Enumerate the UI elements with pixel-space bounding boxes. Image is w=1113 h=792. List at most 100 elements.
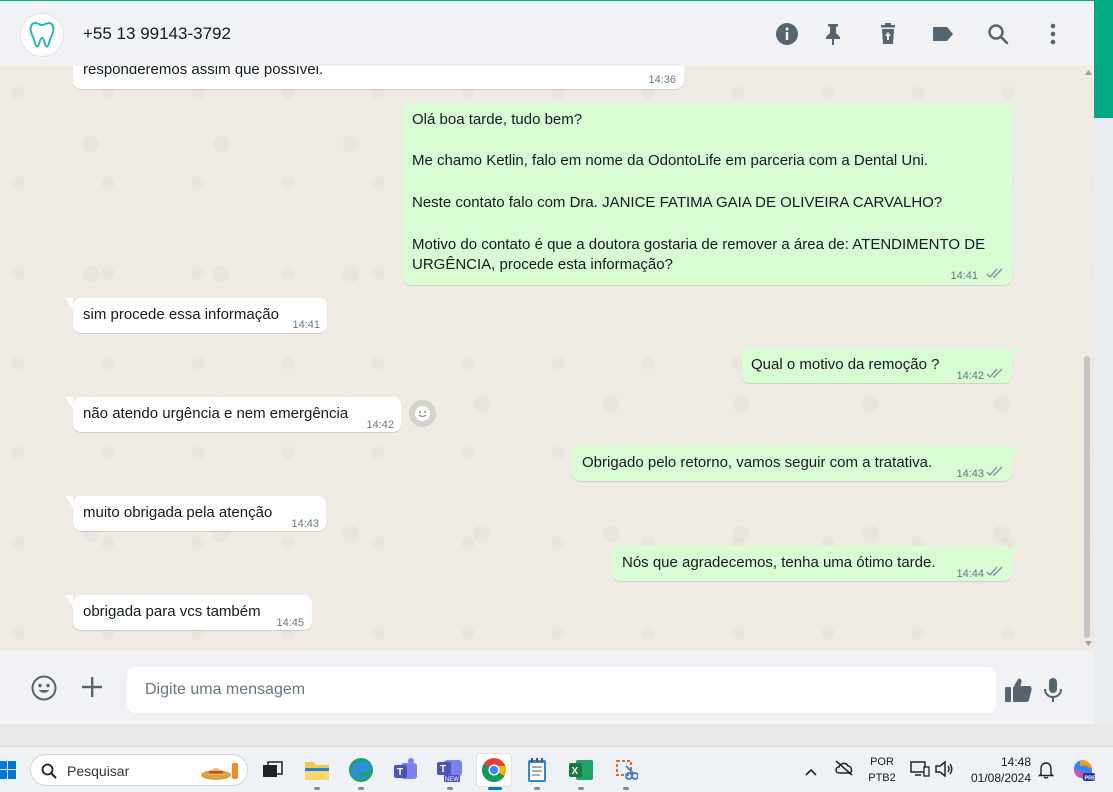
- message-outgoing[interactable]: Qual o motivo da remoção ? 14:42: [742, 348, 1020, 383]
- side-panel-edge: [1094, 0, 1113, 724]
- svg-text:PRE: PRE: [1085, 776, 1097, 782]
- message-time: 14:43: [291, 518, 319, 530]
- message-list[interactable]: responderemos assim que possível. 14:36 …: [0, 66, 1094, 651]
- message-text: responderemos assim que possível.: [83, 66, 324, 78]
- contact-name[interactable]: +55 13 99143-3792: [83, 24, 231, 44]
- message-input[interactable]: [127, 667, 996, 713]
- chevron-up-icon[interactable]: [805, 763, 817, 781]
- svg-text:T: T: [397, 767, 403, 778]
- bubble-tail: [1012, 103, 1020, 115]
- smiley-icon: [415, 406, 430, 421]
- message-time: 14:36: [648, 74, 676, 86]
- message-text: Olá boa tarde, tudo bem?: [412, 111, 583, 128]
- keyboard-layout-indicator[interactable]: PTB2: [866, 772, 898, 784]
- message-text: muito obrigada pela atenção: [83, 504, 273, 521]
- avatar[interactable]: [20, 13, 64, 57]
- message-incoming[interactable]: responderemos assim que possível. 14:36: [73, 66, 684, 89]
- search-icon: [41, 763, 57, 779]
- excel-icon[interactable]: X: [566, 755, 596, 790]
- message-incoming[interactable]: não atendo urgência e nem emergência 14:…: [65, 397, 401, 432]
- taskbar-search-label: Pesquisar: [67, 763, 130, 779]
- copilot-icon[interactable]: PRE: [1070, 757, 1096, 788]
- language-indicator[interactable]: POR: [868, 756, 896, 768]
- attach-plus-icon[interactable]: [80, 675, 104, 699]
- running-indicator: [358, 787, 364, 790]
- menu-icon[interactable]: [1040, 21, 1066, 47]
- message-time: 14:42: [956, 370, 984, 382]
- message-text: Me chamo Ketlin, falo em nome da OdontoL…: [412, 152, 929, 169]
- task-view-icon[interactable]: [258, 755, 288, 785]
- bubble-tail: [65, 397, 73, 409]
- desktop-background: [0, 724, 1113, 746]
- message-time: 14:42: [366, 419, 394, 431]
- message-text: Nós que agradecemos, tenha uma ótimo tar…: [622, 554, 936, 571]
- volume-icon[interactable]: [934, 760, 954, 783]
- message-text: Obrigado pelo retorno, vamos seguir com …: [582, 454, 933, 471]
- summer-hat-icon: [201, 763, 238, 780]
- double-check-icon: [986, 368, 1003, 379]
- accent-bar: [1094, 0, 1113, 118]
- active-indicator: [488, 787, 502, 790]
- network-icon[interactable]: [910, 760, 930, 783]
- running-indicator: [534, 787, 540, 790]
- message-incoming[interactable]: obrigada para vcs também 14:45: [65, 595, 312, 630]
- whatsapp-window: +55 13 99143-3792 responderemos assim qu…: [0, 0, 1094, 724]
- thumbs-up-icon[interactable]: [1004, 676, 1032, 704]
- edge-browser-icon[interactable]: [346, 755, 376, 790]
- bubble-tail: [1012, 348, 1020, 360]
- double-check-icon: [986, 268, 1003, 279]
- message-text: não atendo urgência e nem emergência: [83, 405, 349, 422]
- message-time: 14:41: [292, 319, 320, 331]
- taskbar-search[interactable]: Pesquisar: [30, 754, 248, 786]
- chat-header: +55 13 99143-3792: [0, 0, 1094, 66]
- windows-start-icon[interactable]: [0, 761, 16, 784]
- label-icon[interactable]: [930, 21, 956, 47]
- cloud-offline-icon[interactable]: [834, 760, 854, 781]
- message-incoming[interactable]: sim procede essa informação 14:41: [65, 298, 327, 333]
- message-time: 14:44: [956, 568, 984, 580]
- file-explorer-icon[interactable]: [302, 755, 332, 790]
- message-text: Qual o motivo da remoção ?: [751, 356, 940, 373]
- message-text: Motivo do contato é que a doutora gostar…: [412, 236, 986, 253]
- notepad-icon[interactable]: [522, 755, 552, 790]
- message-time: 14:43: [956, 468, 984, 480]
- message-outgoing[interactable]: Nós que agradecemos, tenha uma ótimo tar…: [612, 546, 1020, 581]
- teams-icon[interactable]: T: [391, 755, 421, 785]
- running-indicator: [578, 787, 584, 790]
- teams-new-icon[interactable]: T NEW: [435, 755, 465, 790]
- message-time: 14:41: [950, 270, 978, 282]
- message-text: sim procede essa informação: [83, 306, 279, 323]
- svg-text:X: X: [572, 766, 579, 777]
- snipping-tool-icon[interactable]: [611, 755, 641, 790]
- message-text: obrigada para vcs também: [83, 603, 261, 620]
- scroll-up-icon[interactable]: [1085, 70, 1092, 75]
- chrome-icon[interactable]: [476, 753, 512, 790]
- message-text: Neste contato falo com Dra. JANICE FATIM…: [412, 194, 943, 211]
- svg-text:T: T: [440, 764, 446, 775]
- running-indicator: [623, 787, 629, 790]
- message-outgoing[interactable]: Olá boa tarde, tudo bem? Me chamo Ketlin…: [403, 103, 1020, 285]
- message-incoming[interactable]: muito obrigada pela atenção 14:43: [65, 496, 326, 531]
- running-indicator: [314, 787, 320, 790]
- tooth-logo-icon: [29, 21, 55, 48]
- scrollbar-thumb[interactable]: [1084, 356, 1090, 638]
- bubble-tail: [1012, 546, 1020, 558]
- pin-icon[interactable]: [820, 21, 846, 47]
- search-icon[interactable]: [985, 21, 1011, 47]
- message-outgoing[interactable]: Obrigado pelo retorno, vamos seguir com …: [572, 446, 1020, 481]
- message-time: 14:45: [276, 617, 304, 629]
- react-emoji-button[interactable]: [409, 400, 436, 427]
- double-check-icon: [986, 566, 1003, 577]
- message-text: URGÊNCIA, procede esta informação?: [412, 256, 673, 273]
- bubble-tail: [65, 298, 73, 310]
- info-icon[interactable]: [774, 21, 800, 47]
- delete-icon[interactable]: [875, 21, 901, 47]
- notification-bell-icon[interactable]: [1037, 761, 1055, 784]
- composer: [0, 651, 1094, 724]
- clock-date[interactable]: 01/08/2024: [966, 771, 1036, 785]
- microphone-icon[interactable]: [1042, 676, 1064, 704]
- bubble-tail: [1012, 446, 1020, 458]
- clock-time[interactable]: 14:48: [990, 755, 1042, 769]
- scroll-down-icon[interactable]: [1085, 641, 1092, 646]
- emoji-icon[interactable]: [30, 674, 58, 702]
